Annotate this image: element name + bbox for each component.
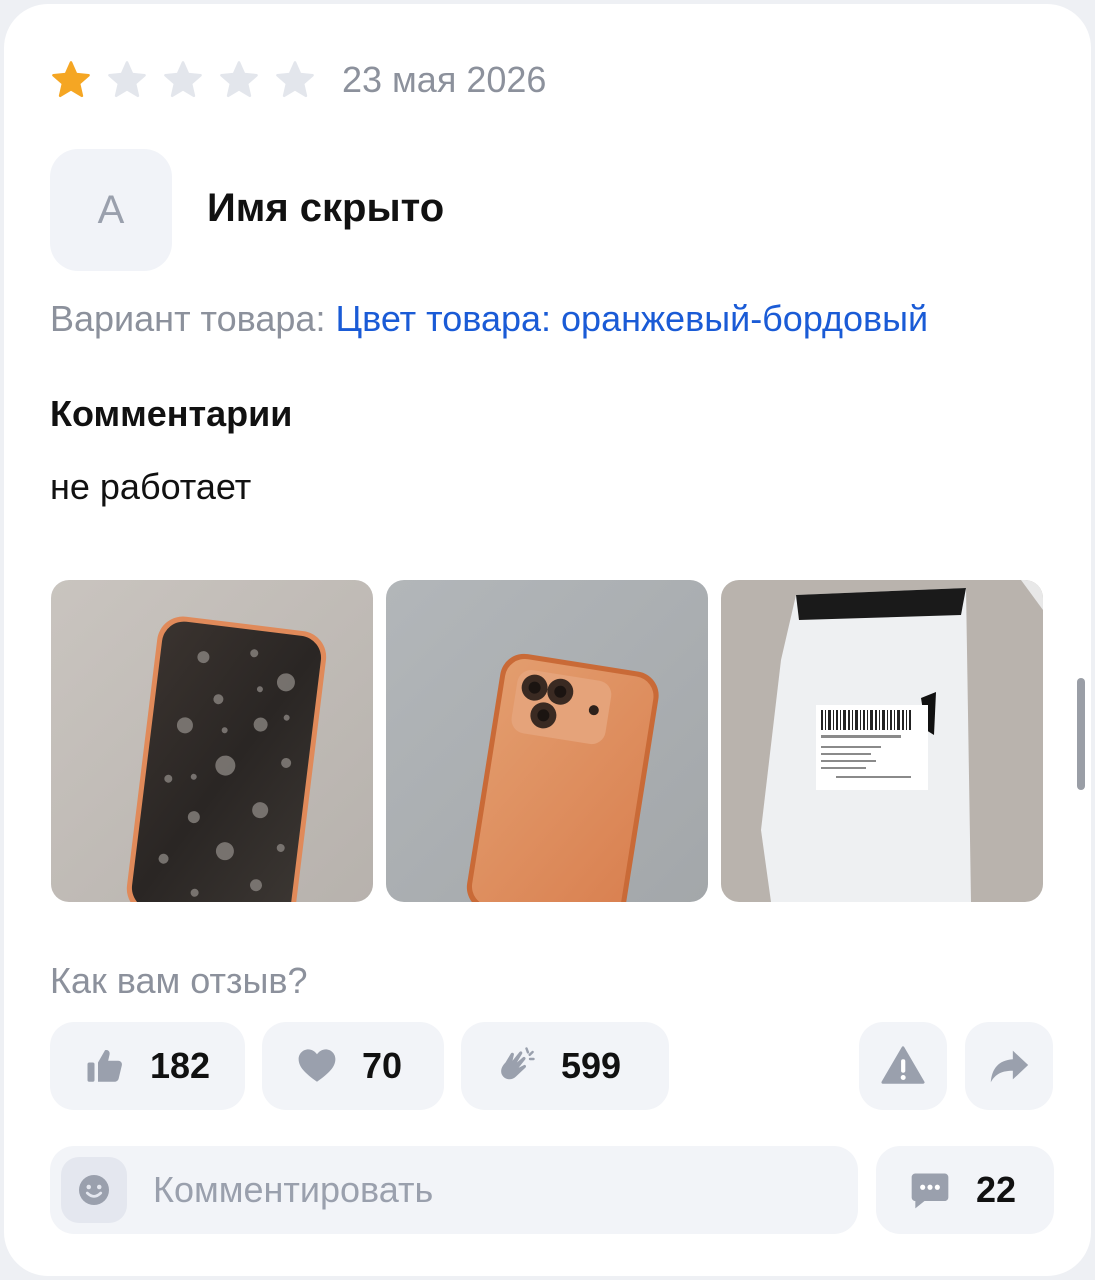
share-icon <box>990 1050 1029 1083</box>
clap-count: 599 <box>561 1045 622 1086</box>
feedback-question: Как вам отзыв? <box>50 960 308 1001</box>
emoji-button[interactable] <box>61 1157 127 1223</box>
variant-link[interactable]: Цвет товара: оранжевый-бордовый <box>335 298 928 339</box>
star-empty-icon <box>220 61 258 98</box>
comment-placeholder: Комментировать <box>153 1169 434 1210</box>
like-button[interactable]: 182 <box>50 1022 245 1110</box>
thumbs-up-icon <box>87 1050 122 1082</box>
smiley-icon <box>79 1175 109 1205</box>
share-button[interactable] <box>965 1022 1053 1110</box>
avatar-letter: A <box>97 187 125 232</box>
comments-count: 22 <box>976 1169 1017 1210</box>
avatar: A <box>50 149 172 271</box>
review-card: 23 мая 2026 A Имя скрыто Вариант товара:… <box>4 4 1091 1276</box>
clap-button[interactable]: 599 <box>461 1022 669 1110</box>
star-empty-icon <box>164 61 202 98</box>
product-variant: Вариант товара: Цвет товара: оранжевый-б… <box>50 298 928 340</box>
love-button[interactable]: 70 <box>262 1022 444 1110</box>
variant-label: Вариант товара: <box>50 298 326 339</box>
comments-heading: Комментарии <box>50 393 293 434</box>
heart-icon <box>298 1049 336 1082</box>
review-photo-phone-back[interactable] <box>386 580 708 902</box>
comment-input[interactable]: Комментировать <box>50 1146 858 1234</box>
star-rating <box>50 59 330 101</box>
author-name: Имя скрыто <box>207 186 445 230</box>
scrollbar[interactable] <box>1077 678 1085 790</box>
phone-front-image <box>51 580 373 902</box>
review-photo-phone-front[interactable] <box>51 580 373 902</box>
review-photo-package[interactable] <box>721 580 1043 902</box>
chat-bubble-icon <box>911 1173 949 1209</box>
star-empty-icon <box>108 61 146 98</box>
like-count: 182 <box>150 1045 211 1086</box>
star-empty-icon <box>276 61 314 98</box>
warning-icon <box>881 1046 925 1084</box>
rating-row: 23 мая 2026 <box>50 56 546 104</box>
package-image <box>721 580 1043 902</box>
phone-back-image <box>386 580 708 902</box>
comments-count-button[interactable]: 22 <box>876 1146 1054 1234</box>
love-count: 70 <box>362 1045 403 1086</box>
report-button[interactable] <box>859 1022 947 1110</box>
review-comment-text: не работает <box>50 466 252 507</box>
star-filled-icon <box>52 61 90 98</box>
review-date: 23 мая 2026 <box>342 59 547 100</box>
clap-icon <box>501 1047 535 1080</box>
